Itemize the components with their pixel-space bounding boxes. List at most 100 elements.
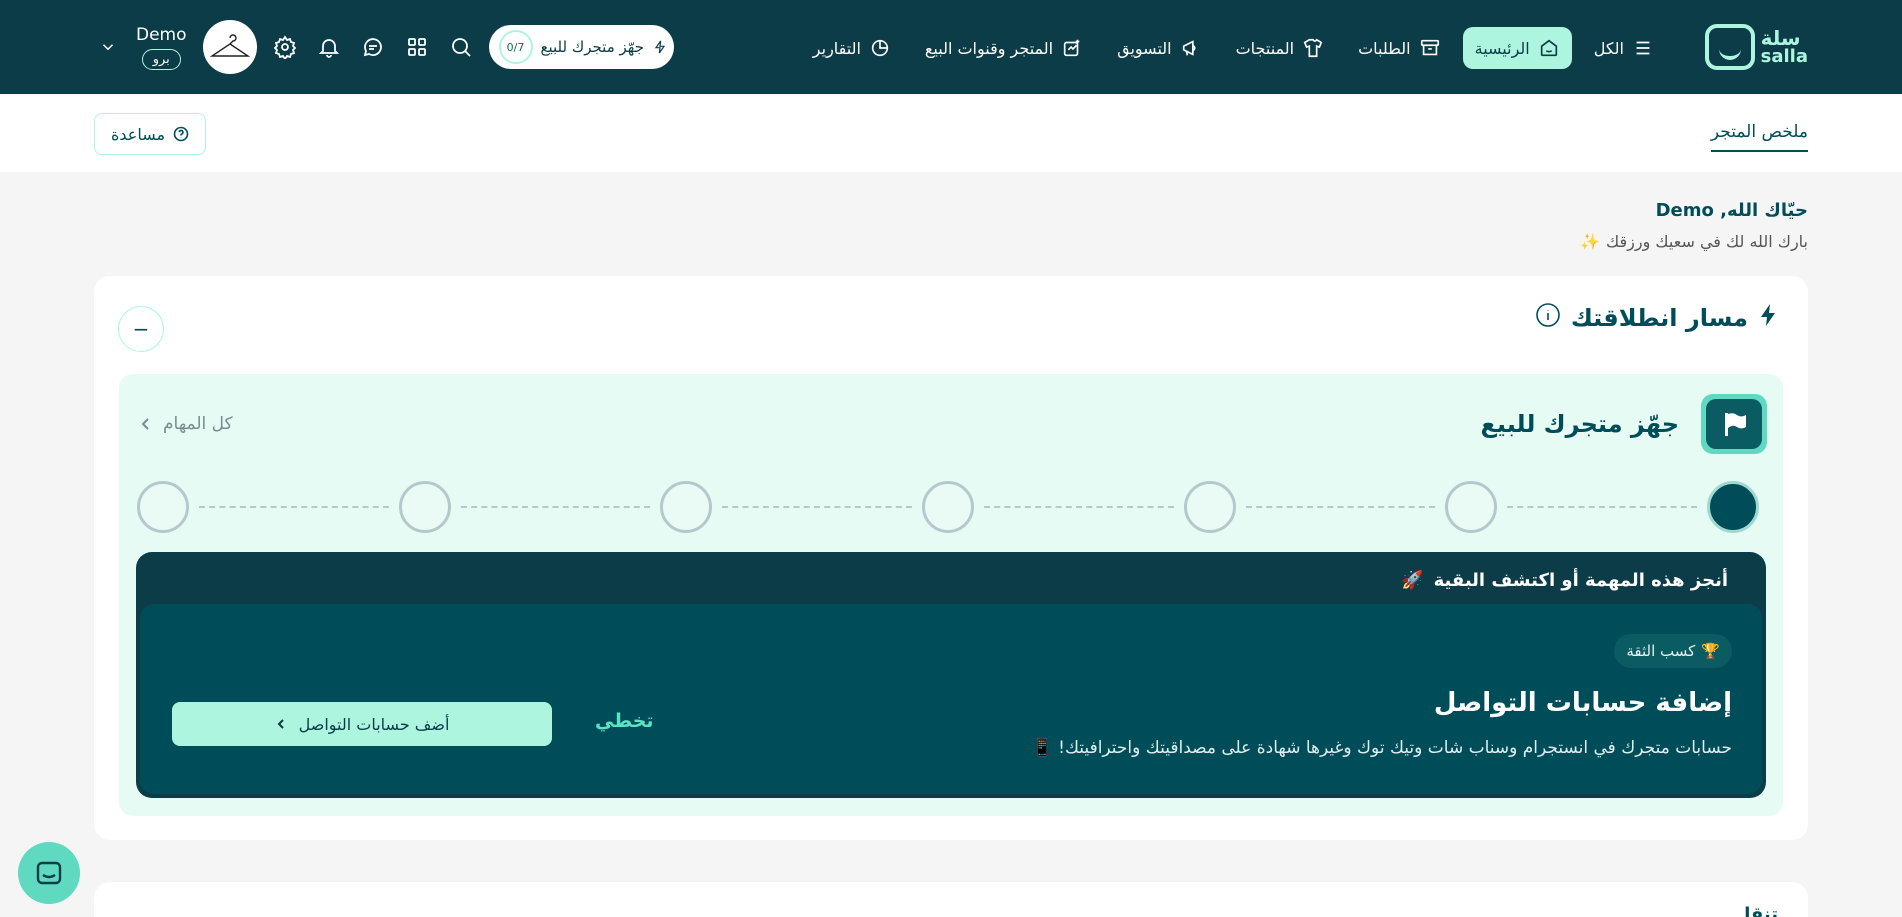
settings-button[interactable] xyxy=(269,31,301,63)
help-icon xyxy=(173,126,189,142)
nav-item-label: المتجر وقنوات البيع xyxy=(924,38,1054,58)
help-label: مساعدة xyxy=(111,124,166,144)
menu-icon xyxy=(1636,41,1650,55)
store-avatar[interactable] xyxy=(202,20,257,74)
search-button[interactable] xyxy=(445,31,477,63)
tab-store-summary[interactable]: ملخص المتجر xyxy=(1710,122,1808,152)
nav-item-marketing[interactable]: التسويق xyxy=(1105,27,1213,69)
chevron-left-icon xyxy=(141,418,149,430)
user-menu[interactable]: Demo برو xyxy=(136,25,187,70)
nav-item-label: التقارير xyxy=(812,38,861,58)
notifications-button[interactable] xyxy=(313,31,345,63)
search-icon xyxy=(451,38,471,57)
pie-chart-icon xyxy=(871,39,889,57)
progress-step[interactable] xyxy=(921,481,974,533)
progress-step-connector xyxy=(460,506,651,508)
progress-step-connector xyxy=(722,506,912,508)
collapse-button[interactable]: − xyxy=(118,306,164,352)
chevron-left-icon xyxy=(277,719,284,729)
chat-widget-icon xyxy=(36,861,62,885)
nav-item-label: التسويق xyxy=(1117,38,1172,58)
nav-item-reports[interactable]: التقارير xyxy=(801,27,903,69)
chat-icon xyxy=(363,38,382,57)
salla-logo[interactable]: سلة salla xyxy=(1704,24,1808,70)
user-name: Demo xyxy=(136,24,187,45)
task-card-body: 🏆 كسب الثقة إضافة حسابات التواصل حسابات … xyxy=(140,604,1762,794)
trust-chip: 🏆 كسب الثقة xyxy=(1614,634,1732,668)
all-tasks-label: كل المهام xyxy=(163,414,233,434)
progress-step[interactable] xyxy=(398,481,451,533)
store-channels-icon xyxy=(1063,39,1080,57)
nav-item-store-channels[interactable]: المتجر وقنوات البيع xyxy=(913,27,1095,69)
rocket-icon: 🚀 xyxy=(1401,570,1424,591)
nav-item-products[interactable]: المنتجات xyxy=(1224,27,1337,69)
messages-button[interactable] xyxy=(357,31,389,63)
flag-badge xyxy=(1701,394,1767,454)
task-title: إضافة حسابات التواصل xyxy=(1433,688,1732,718)
top-nav: سلة salla الكل الرئيسية الطلبات المنتجات… xyxy=(0,0,1902,94)
trust-chip-label: كسب الثقة xyxy=(1626,642,1696,660)
bell-icon xyxy=(318,39,339,58)
ready-store-progress: 0/7 xyxy=(498,30,533,64)
progress-step[interactable] xyxy=(1183,481,1236,533)
apps-grid-icon xyxy=(407,38,426,56)
sparkles-icon: ✨ xyxy=(1580,232,1601,251)
task-description: حسابات متجرك في انستجرام وسناب شات وتيك … xyxy=(1031,738,1732,758)
apps-button[interactable] xyxy=(401,31,433,63)
launch-path-title-text: مسار انطلاقتك xyxy=(1570,304,1748,332)
help-button[interactable]: مساعدة xyxy=(94,113,207,155)
progress-step[interactable] xyxy=(1445,481,1498,533)
logo-text-en: salla xyxy=(1760,46,1808,67)
task-card-header: أنجز هذه المهمة أو اكتشف البقية 🚀 xyxy=(1401,570,1728,591)
progress-step-connector xyxy=(983,506,1174,508)
plan-badge: برو xyxy=(141,48,181,70)
bolt-icon xyxy=(654,40,666,54)
flag-icon xyxy=(1725,413,1746,436)
next-card: تنقل xyxy=(94,882,1808,917)
next-card-title: تنقل xyxy=(1734,904,1778,917)
nav-item-label: المنتجات xyxy=(1235,38,1295,58)
progress-step[interactable] xyxy=(660,481,713,533)
hanger-logo-icon xyxy=(209,34,250,57)
skip-button[interactable]: تخطي xyxy=(595,710,654,732)
main-nav: الكل الرئيسية الطلبات المنتجات التسويق ا… xyxy=(801,27,1666,69)
nav-actions: جهّز متجرك للبيع 0/7 Demo برو xyxy=(92,20,674,74)
bolt-icon xyxy=(1758,303,1778,333)
add-social-accounts-button[interactable]: أضف حسابات التواصل xyxy=(172,702,552,746)
logo-text-ar: سلة xyxy=(1760,26,1801,50)
chevron-down-icon xyxy=(102,44,114,51)
progress-step[interactable] xyxy=(136,481,189,533)
nav-item-label: الرئيسية xyxy=(1474,38,1530,58)
info-icon[interactable] xyxy=(1535,302,1561,334)
nav-item-orders[interactable]: الطلبات xyxy=(1346,27,1453,69)
progress-step-connector xyxy=(1245,506,1436,508)
task-card: أنجز هذه المهمة أو اكتشف البقية 🚀 🏆 كسب … xyxy=(136,552,1766,798)
greeting-subtitle: بارك الله لك في سعيك ورزقك ✨ xyxy=(1580,232,1808,251)
task-header-text: أنجز هذه المهمة أو اكتشف البقية xyxy=(1433,570,1728,591)
trophy-icon: 🏆 xyxy=(1701,642,1720,660)
progress-step-connector xyxy=(1507,506,1697,508)
nav-item-label: الكل xyxy=(1593,38,1624,58)
greeting-title: حيّاك الله, Demo xyxy=(1655,200,1808,221)
orders-box-icon xyxy=(1420,39,1439,56)
shirt-icon xyxy=(1303,38,1323,58)
ready-store-label: جهّز متجرك للبيع xyxy=(540,38,644,56)
logo-mark-icon xyxy=(1704,24,1755,70)
home-icon xyxy=(1540,39,1557,57)
progress-step-connector xyxy=(198,506,389,508)
support-chat-button[interactable] xyxy=(18,842,80,904)
greeting-subtitle-text: بارك الله لك في سعيك ورزقك xyxy=(1606,232,1808,251)
sub-header: ملخص المتجر مساعدة xyxy=(0,94,1902,172)
ready-store-pill[interactable]: جهّز متجرك للبيع 0/7 xyxy=(488,25,674,69)
nav-item-label: الطلبات xyxy=(1358,38,1411,58)
ready-store-panel: جهّز متجرك للبيع كل المهام أنجز هذه المه… xyxy=(119,374,1783,816)
add-social-accounts-label: أضف حسابات التواصل xyxy=(298,714,450,734)
gear-icon xyxy=(273,35,296,59)
ready-store-title: جهّز متجرك للبيع xyxy=(1480,410,1679,438)
progress-step[interactable] xyxy=(1707,481,1759,533)
launch-path-title: مسار انطلاقتك xyxy=(1535,302,1778,334)
nav-item-all[interactable]: الكل xyxy=(1582,27,1666,69)
user-menu-toggle[interactable] xyxy=(92,31,124,63)
nav-item-home[interactable]: الرئيسية xyxy=(1462,27,1572,69)
all-tasks-link[interactable]: كل المهام xyxy=(139,414,233,434)
